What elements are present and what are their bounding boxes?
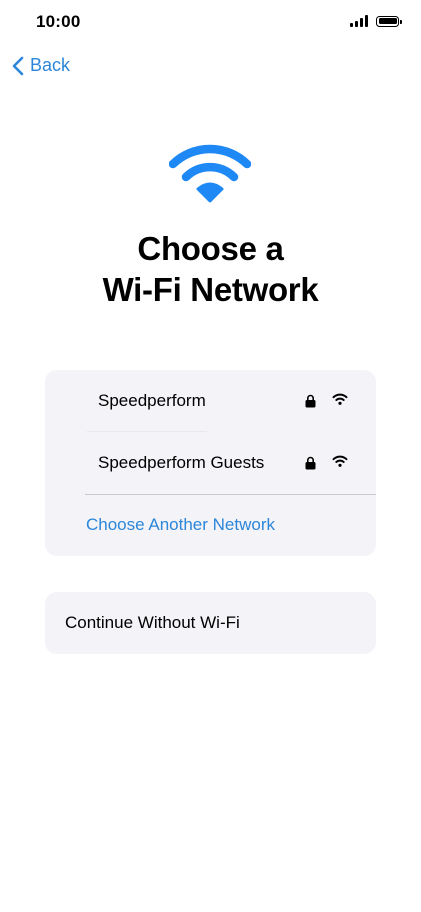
page-title-line-1: Choose a [137, 230, 284, 267]
network-name: Speedperform [98, 391, 206, 410]
lock-icon [305, 394, 316, 408]
back-button[interactable]: Back [12, 55, 70, 76]
network-name: Speedperform Guests [98, 453, 265, 472]
wifi-icon [169, 144, 251, 203]
wifi-signal-icon [332, 393, 348, 405]
page-title: Choose a Wi-Fi Network [0, 228, 421, 310]
network-list: Speedperform Speedperform Guests Choose … [45, 370, 376, 556]
lock-icon [305, 456, 316, 470]
network-row-speedperform-guests[interactable]: Speedperform Guests [45, 432, 376, 494]
page-title-line-2: Wi-Fi Network [102, 271, 319, 308]
cellular-signal-icon [350, 15, 368, 27]
status-time: 10:00 [36, 12, 81, 31]
status-bar: 10:00 [0, 0, 421, 46]
continue-without-wifi-button[interactable]: Continue Without Wi-Fi [45, 592, 376, 654]
wifi-signal-icon [332, 455, 348, 467]
choose-another-network-button[interactable]: Choose Another Network [86, 515, 275, 535]
continue-without-wifi-label: Continue Without Wi-Fi [65, 613, 240, 632]
list-divider [85, 494, 376, 495]
chevron-left-icon [12, 56, 24, 75]
back-label: Back [30, 55, 71, 75]
network-row-speedperform[interactable]: Speedperform [45, 370, 376, 432]
status-icons [350, 15, 402, 27]
battery-icon [376, 15, 402, 27]
